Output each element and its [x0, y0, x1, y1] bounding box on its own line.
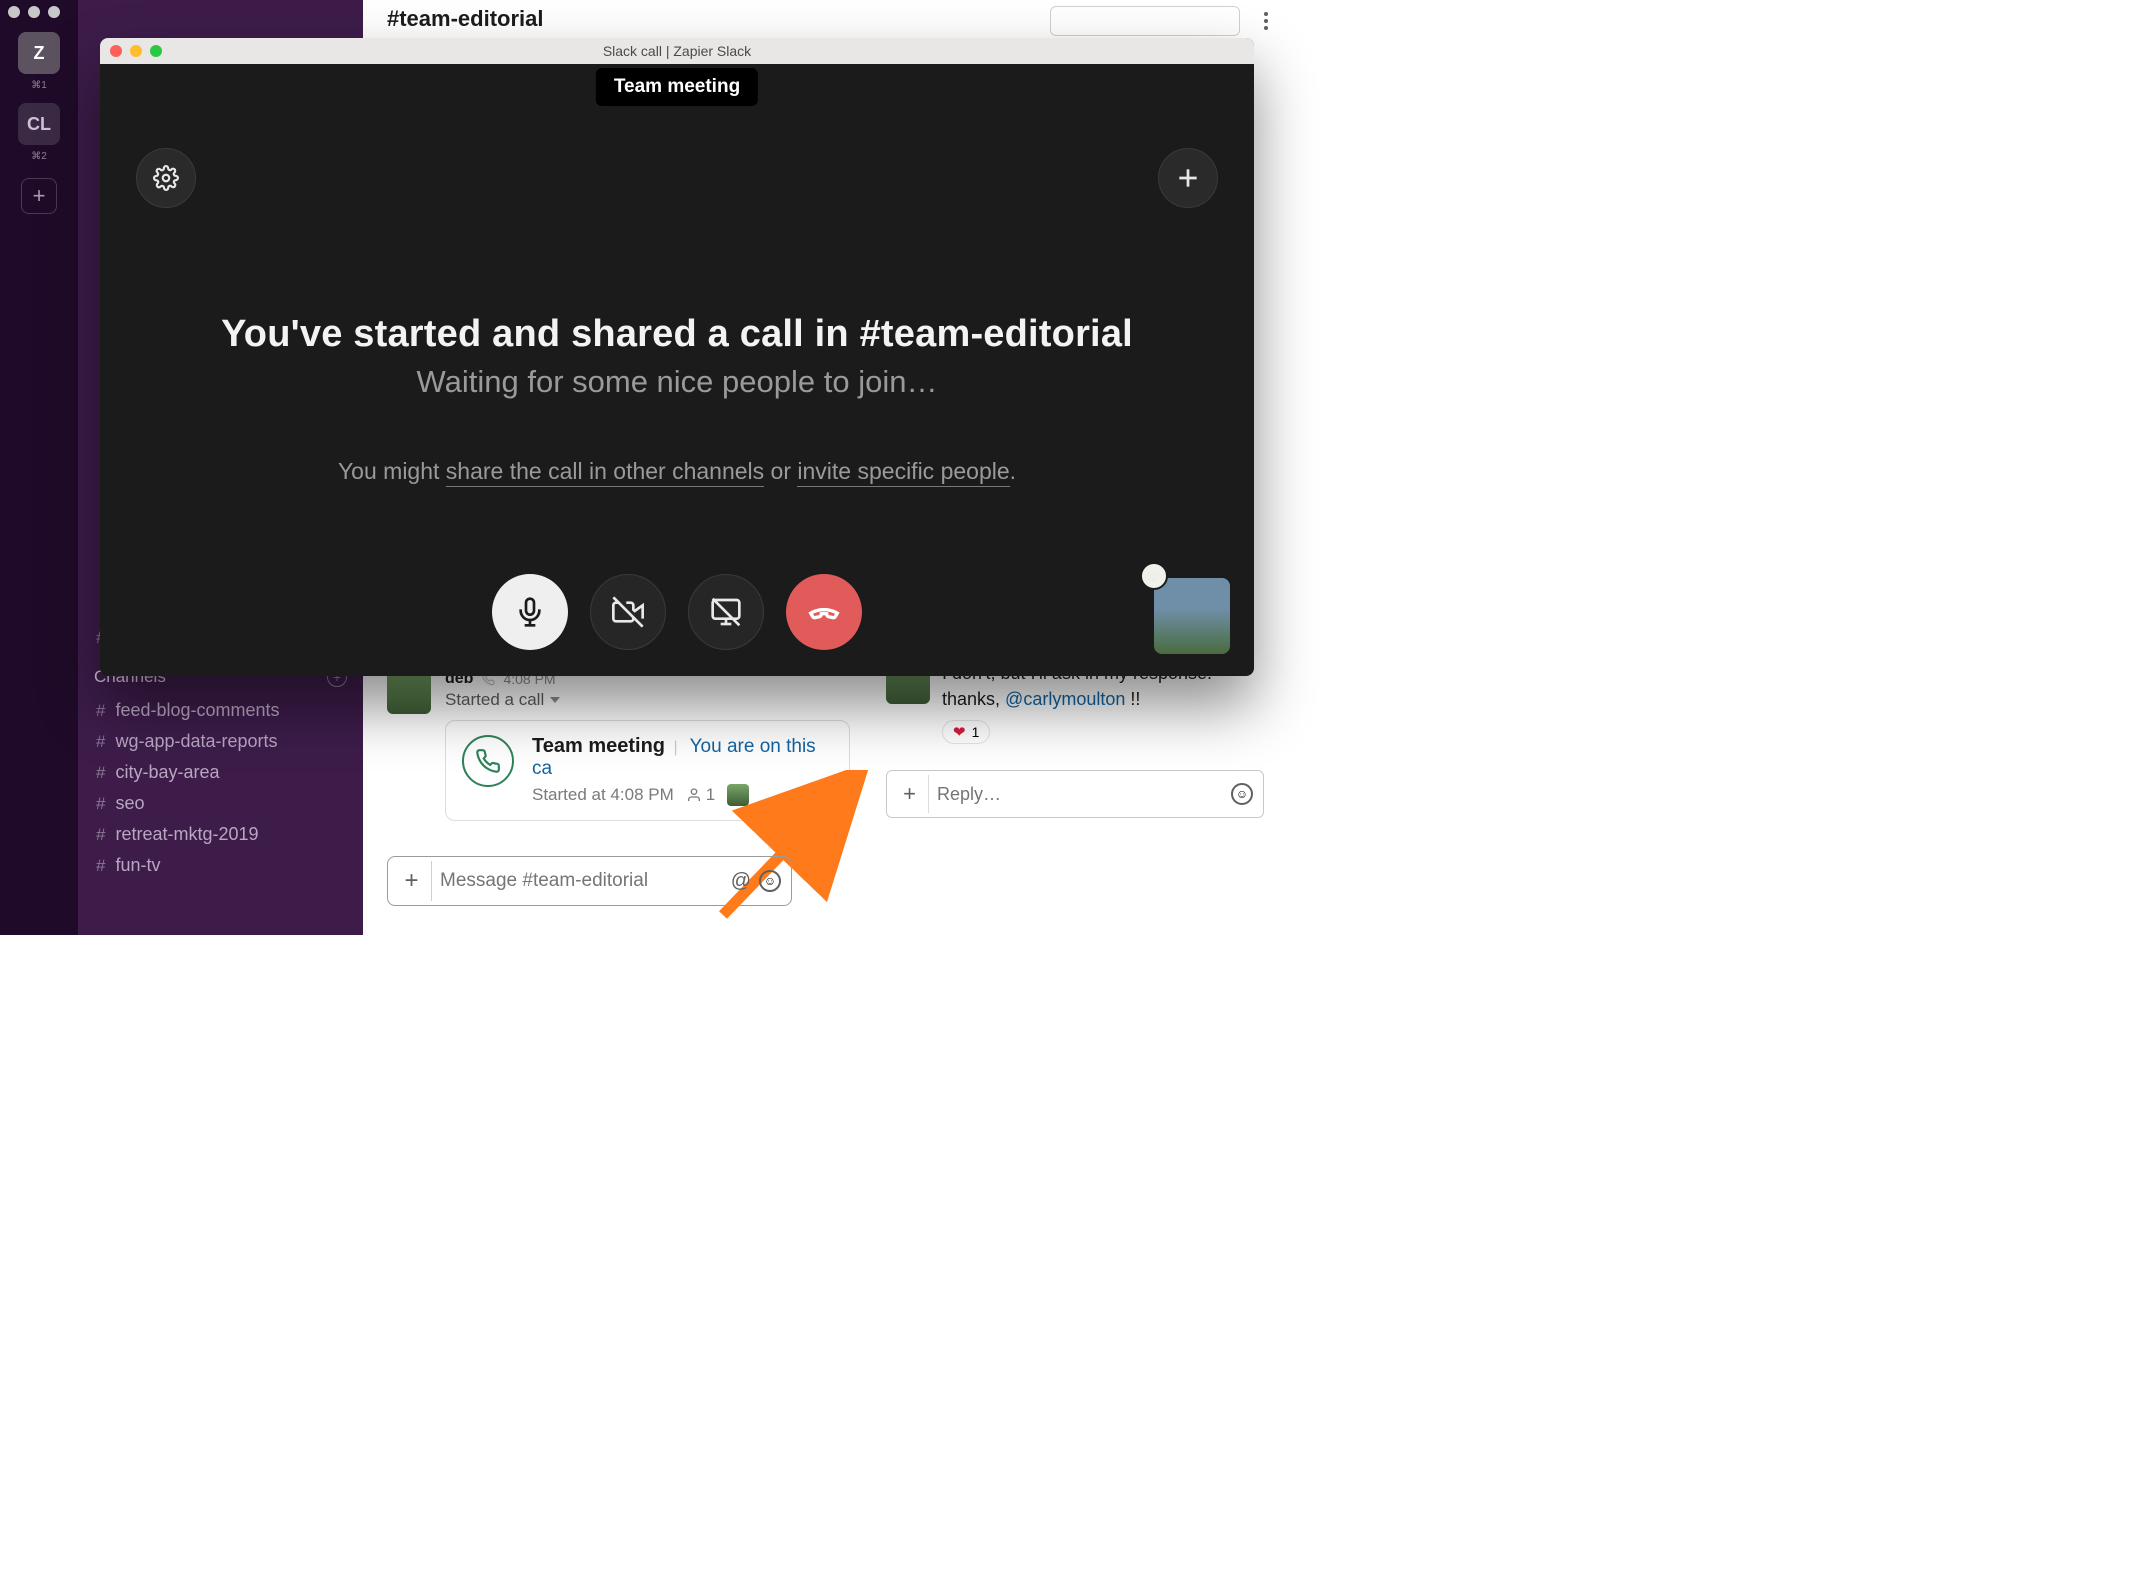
gear-icon [153, 165, 179, 191]
bg-window-traffic-lights [8, 6, 60, 18]
reply-input[interactable] [937, 784, 1223, 805]
sidebar-channel-item[interactable]: # fun-tv [90, 850, 351, 881]
channel-name: wg-app-data-reports [115, 731, 277, 752]
add-workspace-button[interactable]: + [21, 178, 57, 214]
microphone-icon [514, 596, 546, 628]
chevron-down-icon [550, 697, 560, 703]
workspace-tile[interactable]: CL [18, 103, 60, 145]
share-screen-button[interactable] [688, 574, 764, 650]
hash-icon: # [96, 825, 105, 845]
sidebar-channel-item[interactable]: # feed-blog-comments [90, 695, 351, 726]
end-call-button[interactable] [786, 574, 862, 650]
channel-name: fun-tv [115, 855, 160, 876]
composer-input[interactable] [440, 870, 723, 892]
channel-name: seo [115, 793, 144, 814]
self-video-thumbnail[interactable] [1154, 578, 1230, 654]
message-composer[interactable]: + @ ☺ [387, 856, 792, 906]
sidebar-channel-item[interactable]: # seo [90, 788, 351, 819]
hangup-icon [808, 596, 840, 628]
call-hint: You might share the call in other channe… [100, 458, 1254, 485]
workspace-shortcut: ⌘2 [31, 151, 47, 162]
share-call-link[interactable]: share the call in other channels [446, 458, 764, 487]
more-menu-icon[interactable] [1264, 12, 1268, 30]
call-icon [462, 735, 514, 787]
call-control-row [492, 574, 862, 650]
call-add-button[interactable] [1158, 148, 1218, 208]
workspace-shortcut: ⌘1 [31, 80, 47, 91]
call-heading: You've started and shared a call in #tea… [100, 313, 1254, 356]
divider: | [673, 739, 677, 756]
plus-icon [1175, 165, 1201, 191]
channel-name: city-bay-area [115, 762, 219, 783]
channel-name: retreat-mktg-2019 [115, 824, 258, 845]
reaction-chip[interactable]: ❤ 1 [942, 720, 990, 744]
channel-name: feed-blog-comments [115, 700, 279, 721]
self-reaction-button[interactable]: ☺ [1140, 562, 1168, 590]
call-hint-text: . [1010, 458, 1016, 484]
call-window-title: Slack call | Zapier Slack [100, 43, 1254, 59]
search-box[interactable] [1050, 6, 1240, 36]
mute-button[interactable] [492, 574, 568, 650]
hash-icon: # [96, 732, 105, 752]
hash-icon: # [96, 763, 105, 783]
workspace-rail: Z ⌘1 CL ⌘2 + [0, 0, 78, 935]
call-window: Slack call | Zapier Slack Team meeting Y… [100, 38, 1254, 676]
emoji-icon[interactable]: ☺ [1231, 783, 1253, 805]
thread-panel: deb 12 minutes ago I don't, but I'll ask… [870, 660, 1280, 818]
participant-count-value: 1 [706, 785, 715, 805]
sidebar-channel-item[interactable]: # retreat-mktg-2019 [90, 819, 351, 850]
composer-attach-button[interactable]: + [392, 861, 432, 901]
hash-icon: # [96, 701, 105, 721]
camera-off-icon [612, 596, 644, 628]
mention[interactable]: @carlymoulton [1005, 689, 1125, 709]
workspace-tile[interactable]: Z [18, 32, 60, 74]
thread-reply-composer[interactable]: + ☺ [886, 770, 1264, 818]
reaction-emoji-icon: ❤ [953, 723, 966, 741]
hash-icon: # [96, 856, 105, 876]
mention-icon[interactable]: @ [731, 870, 751, 893]
channel-title[interactable]: #team-editorial [387, 6, 544, 32]
call-hint-text: You might [338, 458, 446, 484]
call-card[interactable]: Team meeting |You are on this ca Started… [445, 720, 850, 821]
emoji-icon[interactable]: ☺ [759, 870, 781, 892]
call-titlebar[interactable]: Slack call | Zapier Slack [100, 38, 1254, 64]
participant-avatar[interactable] [727, 784, 749, 806]
avatar[interactable] [387, 670, 431, 714]
invite-people-link[interactable]: invite specific people [797, 458, 1009, 487]
hash-icon: # [96, 794, 105, 814]
call-waiting-text: Waiting for some nice people to join… [100, 364, 1254, 400]
bg-dot [8, 6, 20, 18]
call-name-pill: Team meeting [596, 68, 758, 106]
camera-button[interactable] [590, 574, 666, 650]
screen-share-off-icon [710, 596, 742, 628]
bg-dot [48, 6, 60, 18]
message-area: deb 4:08 PM Started a call [387, 670, 850, 821]
call-hint-text: or [764, 458, 797, 484]
call-settings-button[interactable] [136, 148, 196, 208]
person-icon [686, 787, 702, 803]
bg-dot [28, 6, 40, 18]
participant-count: 1 [686, 785, 715, 805]
message-row: deb 4:08 PM Started a call [387, 670, 850, 821]
call-card-started: Started at 4:08 PM [532, 785, 674, 805]
sidebar-channel-item[interactable]: # wg-app-data-reports [90, 726, 351, 757]
message-subtitle[interactable]: Started a call [445, 690, 850, 710]
call-card-title: Team meeting [532, 735, 665, 757]
reply-attach-button[interactable]: + [891, 775, 929, 813]
call-card-subline: Started at 4:08 PM 1 [532, 784, 833, 806]
reaction-count: 1 [972, 724, 980, 740]
thread-text: !! [1125, 689, 1140, 709]
message-subtitle-text: Started a call [445, 690, 544, 710]
sidebar-channel-item[interactable]: # city-bay-area [90, 757, 351, 788]
